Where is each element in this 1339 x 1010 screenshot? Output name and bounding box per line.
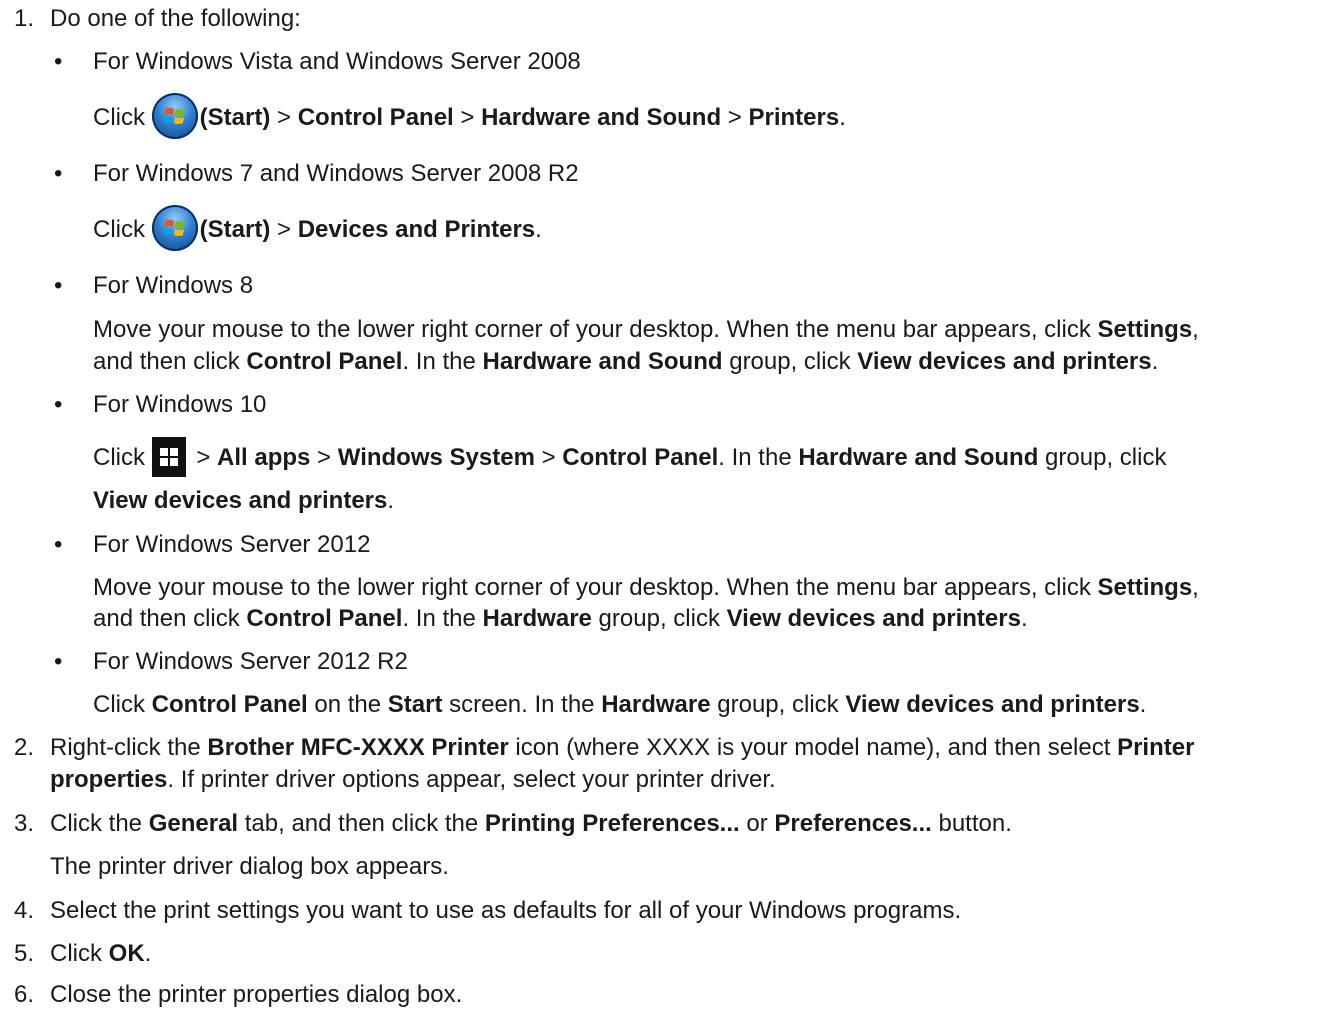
windows-start-orb-icon xyxy=(151,92,198,139)
general-tab-label: General xyxy=(148,810,239,837)
step-number: 3. xyxy=(14,810,35,837)
start-label: Start xyxy=(387,691,443,718)
ws2012-instruction-line1: Move your mouse to the lower right corne… xyxy=(93,574,1199,601)
view-devices-label: View devices and printers xyxy=(845,691,1140,718)
printers-label: Printers xyxy=(748,104,840,131)
printing-preferences-label: Printing Preferences... xyxy=(484,810,740,837)
bullet-heading: For Windows 10 xyxy=(93,391,267,418)
start-label: (Start) xyxy=(199,104,271,131)
hardware-label: Hardware xyxy=(482,605,592,632)
windows-10-start-icon xyxy=(151,436,186,477)
win10-instruction-line2: View devices and printers. xyxy=(93,487,395,514)
control-panel-label: Control Panel xyxy=(297,104,454,131)
printer-name-label: Brother MFC-XXXX Printer xyxy=(207,734,509,761)
control-panel-label: Control Panel xyxy=(562,444,719,471)
step-text: Select the print settings you want to us… xyxy=(50,897,962,924)
step-number: 5. xyxy=(14,940,35,967)
bullet-heading: For Windows Vista and Windows Server 200… xyxy=(93,48,581,75)
hardware-sound-label: Hardware and Sound xyxy=(798,444,1039,471)
windows-start-orb-icon xyxy=(151,204,198,251)
windows-system-label: Windows System xyxy=(337,444,535,471)
hardware-sound-label: Hardware and Sound xyxy=(482,348,723,375)
step-text: Right-click the Brother MFC-XXXX Printer… xyxy=(50,734,1195,761)
settings-label: Settings xyxy=(1097,574,1193,601)
settings-label: Settings xyxy=(1097,316,1193,343)
hardware-sound-label: Hardware and Sound xyxy=(481,104,722,131)
step-text: Close the printer properties dialog box. xyxy=(50,981,463,1008)
bullet-heading: For Windows Server 2012 xyxy=(93,531,371,558)
all-apps-label: All apps xyxy=(217,444,311,471)
ws2012-instruction-line2: and then click Control Panel. In the Har… xyxy=(93,605,1028,632)
hardware-label: Hardware xyxy=(601,691,711,718)
step-2-line2: properties. If printer driver options ap… xyxy=(50,766,776,793)
view-devices-label: View devices and printers xyxy=(726,605,1021,632)
step-3-subtext: The printer driver dialog box appears. xyxy=(50,853,449,880)
step-number: 6. xyxy=(14,981,35,1008)
step-number: 4. xyxy=(14,897,35,924)
control-panel-label: Control Panel xyxy=(246,348,403,375)
win8-instruction-line1: Move your mouse to the lower right corne… xyxy=(93,316,1199,343)
bullet-dot: • xyxy=(54,391,63,418)
bullet-dot: • xyxy=(54,648,63,675)
bullet-heading: For Windows 8 xyxy=(93,272,254,299)
printer-properties-label-cont: properties xyxy=(50,766,168,793)
bullet-dot: • xyxy=(54,48,63,75)
win8-instruction-line2: and then click Control Panel. In the Har… xyxy=(93,348,1159,375)
bullet-dot: • xyxy=(54,531,63,558)
bullet-heading: For Windows Server 2012 R2 xyxy=(93,648,408,675)
ok-label: OK xyxy=(108,940,145,967)
control-panel-label: Control Panel xyxy=(246,605,403,632)
bullet-dot: • xyxy=(54,272,63,299)
printer-properties-label: Printer xyxy=(1117,734,1195,761)
win7-instruction: Click (Start) > Devices and Printers. xyxy=(93,204,542,251)
bullet-heading: For Windows 7 and Windows Server 2008 R2 xyxy=(93,160,579,187)
step-number: 1. xyxy=(14,5,35,32)
step-number: 2. xyxy=(14,734,35,761)
vista-instruction: Click (Start) > Control Panel > Hardware… xyxy=(93,92,846,139)
start-label: (Start) xyxy=(199,216,271,243)
win10-instruction-line1: Click > All apps > Windows System > Cont… xyxy=(93,436,1166,477)
instruction-document: 1. Do one of the following: • For Window… xyxy=(0,0,1339,1010)
view-devices-label: View devices and printers xyxy=(93,487,388,514)
control-panel-label: Control Panel xyxy=(151,691,308,718)
step-text: Click OK. xyxy=(50,940,152,967)
step-text: Do one of the following: xyxy=(50,5,301,32)
preferences-label: Preferences... xyxy=(774,810,932,837)
ws2012r2-instruction: Click Control Panel on the Start screen.… xyxy=(93,691,1147,718)
bullet-dot: • xyxy=(54,160,63,187)
view-devices-label: View devices and printers xyxy=(857,348,1152,375)
devices-printers-label: Devices and Printers xyxy=(297,216,536,243)
step-text: Click the General tab, and then click th… xyxy=(50,810,1012,837)
